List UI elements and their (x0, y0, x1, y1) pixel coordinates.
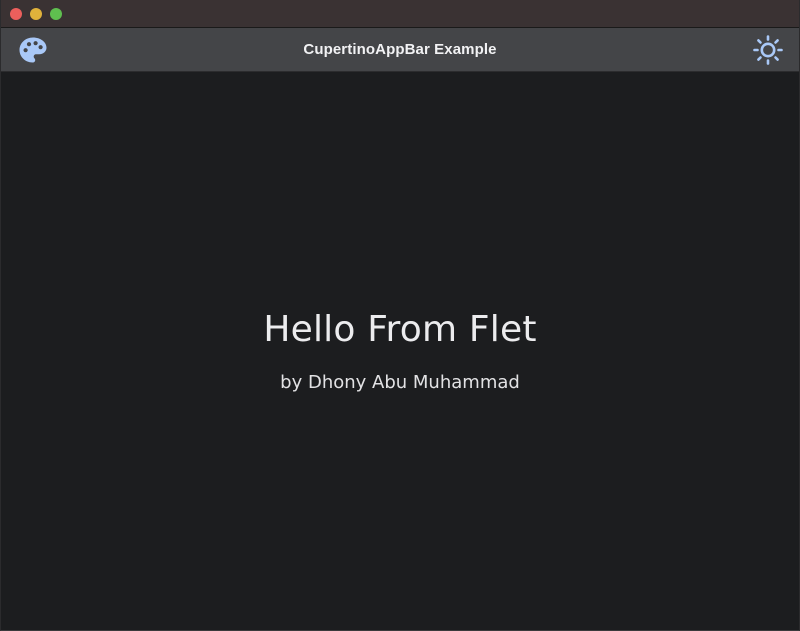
theme-toggle-button[interactable] (751, 34, 785, 66)
app-window: CupertinoAppBar Example Hello From Flet … (0, 0, 800, 631)
page-heading: Hello From Flet (263, 309, 537, 350)
zoom-window-button[interactable] (50, 8, 62, 20)
minimize-window-button[interactable] (30, 8, 42, 20)
author-byline: by Dhony Abu Muhammad (280, 372, 520, 393)
window-titlebar[interactable] (1, 0, 799, 28)
app-bar-title: CupertinoAppBar Example (303, 41, 497, 58)
sun-icon (753, 35, 783, 65)
cupertino-app-bar: CupertinoAppBar Example (1, 28, 799, 72)
main-content: Hello From Flet by Dhony Abu Muhammad (1, 72, 799, 630)
close-window-button[interactable] (10, 8, 22, 20)
